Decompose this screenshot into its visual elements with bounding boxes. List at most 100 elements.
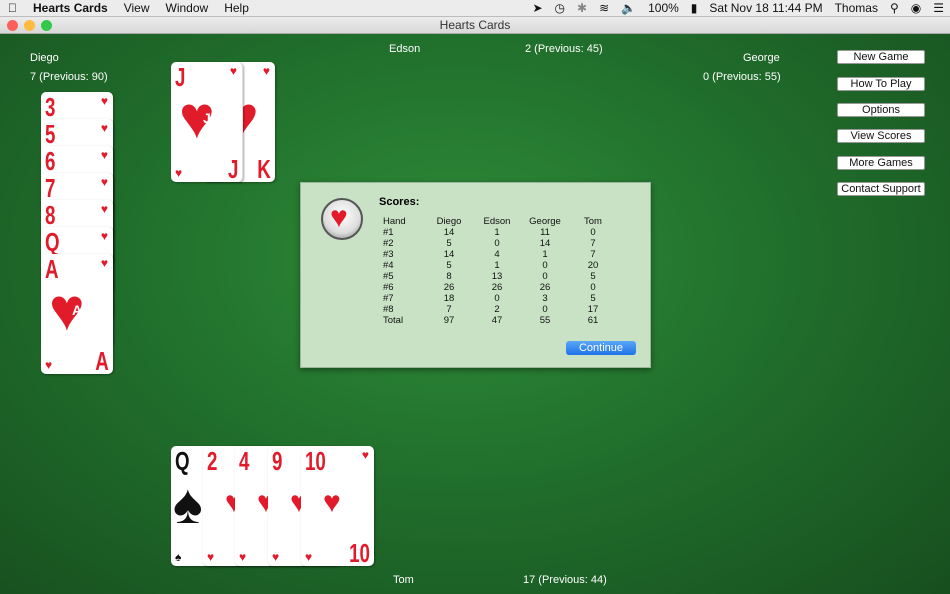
card-rank: 7 — [45, 173, 56, 203]
cell: 47 — [491, 315, 503, 326]
column-header: Hand — [383, 216, 406, 227]
notification-center-icon[interactable]: ☰ — [927, 0, 950, 17]
card-rank: 4 — [239, 446, 250, 476]
cell: 0 — [542, 260, 548, 271]
player-name-edson: Edson — [389, 43, 421, 55]
window-titlebar: Hearts Cards — [0, 17, 950, 34]
cell: #2 — [383, 238, 394, 249]
cell: 14 — [443, 249, 455, 260]
user-name[interactable]: Thomas — [829, 0, 884, 17]
cell: 1 — [542, 249, 548, 260]
heart-icon: ♥ — [100, 229, 108, 243]
cell: 20 — [587, 260, 599, 271]
cell: 0 — [590, 227, 596, 238]
card-rank: 9 — [272, 446, 283, 476]
cell: 0 — [542, 304, 548, 315]
scores-dialog: ♥ Scores: Hand Diego Edson George Tom #1… — [300, 182, 651, 368]
menu-view[interactable]: View — [116, 0, 158, 17]
cell: #8 — [383, 304, 394, 315]
new-game-button[interactable]: New Game — [837, 50, 925, 64]
table-row: #3 14 4 1 7 — [379, 249, 619, 260]
cell: 26 — [539, 282, 551, 293]
cell: 5 — [590, 293, 596, 304]
heart-icon: ♥ — [100, 94, 108, 108]
cell: 1 — [494, 227, 500, 238]
volume-icon[interactable]: 🔈 — [615, 0, 642, 17]
heart-icon: ♥ — [229, 64, 237, 78]
heart-icon: ♥ — [330, 201, 348, 234]
heart-icon: ♥ — [100, 256, 108, 270]
cell: #4 — [383, 260, 394, 271]
cell: 26 — [443, 282, 455, 293]
table-row: #6 26 26 26 0 — [379, 282, 619, 293]
heart-icon: ♥ — [262, 64, 270, 78]
cell: 13 — [491, 271, 503, 282]
player-score-edson: 2 (Previous: 45) — [525, 43, 603, 55]
table-row: #4 5 1 0 20 — [379, 260, 619, 271]
card-10-hearts[interactable]: 10 ♥ ♥ ♥ 10 — [301, 446, 374, 566]
column-header: Edson — [483, 216, 511, 227]
player-name-tom: Tom — [393, 574, 414, 586]
heart-icon: ♥ — [239, 550, 247, 564]
table-row: #8 7 2 0 17 — [379, 304, 619, 315]
continue-button[interactable]: Continue — [566, 341, 636, 355]
menu-bar:  Hearts Cards View Window Help ➤ ◷ ✱ ≋ … — [0, 0, 950, 17]
location-icon[interactable]: ➤ — [526, 0, 548, 17]
view-scores-button[interactable]: View Scores — [837, 129, 925, 143]
heart-icon: ♥ — [175, 166, 183, 180]
table-row: #5 8 13 0 5 — [379, 271, 619, 282]
card-rank: K — [257, 154, 271, 182]
menu-help[interactable]: Help — [216, 0, 257, 17]
cell: 5 — [446, 260, 452, 271]
menu-window[interactable]: Window — [158, 0, 217, 17]
cell: #7 — [383, 293, 394, 304]
heart-icon: ♥ — [100, 148, 108, 162]
player-score-diego: 7 (Previous: 90) — [30, 71, 108, 83]
more-games-button[interactable]: More Games — [837, 156, 925, 170]
scores-heading: Scores: — [379, 196, 420, 208]
battery-icon[interactable]: ▮ — [685, 0, 704, 17]
minimize-window-button[interactable] — [24, 20, 35, 31]
cell: 4 — [494, 249, 500, 260]
cell: 0 — [590, 282, 596, 293]
options-button[interactable]: Options — [837, 103, 925, 117]
scores-table: Hand Diego Edson George Tom #1 14 1 11 0 #2 5… — [379, 216, 619, 326]
card-center-rank: J — [203, 110, 211, 126]
heart-icon: ♥ — [272, 550, 280, 564]
clock[interactable]: Sat Nov 18 11:44 PM — [703, 0, 828, 17]
time-machine-icon[interactable]: ◷ — [549, 0, 571, 17]
apple-icon[interactable]:  — [0, 0, 25, 17]
column-header: Tom — [584, 216, 602, 227]
menu-app-name[interactable]: Hearts Cards — [25, 0, 116, 17]
table-row: #1 14 1 11 0 — [379, 227, 619, 238]
card-rank: 5 — [45, 119, 56, 149]
battery-percent[interactable]: 100% — [642, 0, 685, 17]
spade-icon: ♠ — [175, 550, 182, 564]
zoom-window-button[interactable] — [41, 20, 52, 31]
cell: 26 — [491, 282, 503, 293]
player-score-tom: 17 (Previous: 44) — [523, 574, 607, 586]
contact-support-button[interactable]: Contact Support — [837, 182, 925, 196]
siri-icon[interactable]: ◉ — [905, 0, 927, 17]
wifi-icon[interactable]: ≋ — [593, 0, 615, 17]
cell: 18 — [443, 293, 455, 304]
player-name-george: George — [743, 52, 780, 64]
how-to-play-button[interactable]: How To Play — [837, 77, 925, 91]
card-rank: 10 — [305, 446, 326, 476]
cell: 0 — [494, 293, 500, 304]
table-row: #2 5 0 14 7 — [379, 238, 619, 249]
cell: 8 — [446, 271, 452, 282]
cell: 0 — [542, 271, 548, 282]
close-window-button[interactable] — [7, 20, 18, 31]
card-jack-hearts: J ♥ ♥ J ♥ J — [171, 62, 243, 182]
cell: 7 — [590, 249, 596, 260]
card-rank: A — [95, 346, 109, 374]
heart-icon: ♥ — [207, 550, 215, 564]
card-ace-hearts[interactable]: A ♥ ♥ A ♥ A — [41, 254, 113, 374]
spotlight-icon[interactable]: ⚲ — [884, 0, 905, 17]
cell: 14 — [539, 238, 551, 249]
heart-icon: ♥ — [45, 358, 53, 372]
app-logo-icon: ♥ — [321, 198, 363, 240]
heart-icon: ♥ — [100, 121, 108, 135]
bluetooth-icon[interactable]: ✱ — [571, 0, 593, 17]
